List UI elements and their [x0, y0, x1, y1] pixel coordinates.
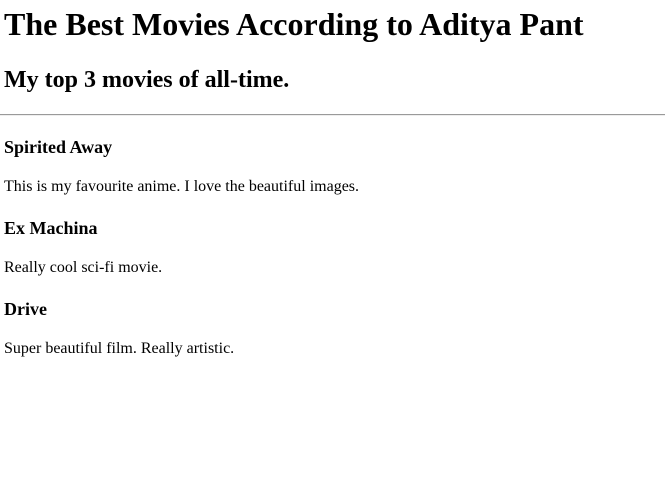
page-title: The Best Movies According to Aditya Pant	[4, 6, 584, 42]
movie-title-drive: Drive	[4, 299, 47, 319]
movie-description-spirited-away: This is my favourite anime. I love the b…	[4, 178, 360, 195]
movie-description-drive: Super beautiful film. Really artistic.	[4, 340, 235, 357]
page-subtitle: My top 3 movies of all-time.	[4, 67, 290, 93]
movie-title-spirited-away: Spirited Away	[4, 137, 113, 157]
movie-title-ex-machina: Ex Machina	[4, 218, 98, 238]
divider	[0, 114, 665, 116]
movie-description-ex-machina: Really cool sci-fi movie.	[4, 259, 163, 276]
